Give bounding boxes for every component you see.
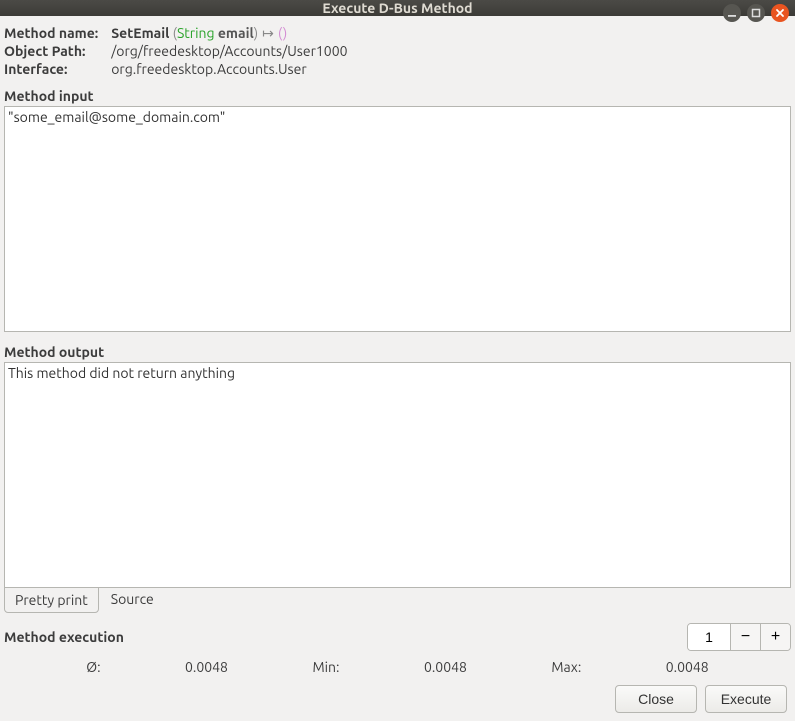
execute-button[interactable]: Execute: [705, 685, 787, 713]
titlebar: Execute D-Bus Method: [0, 0, 795, 16]
method-name-row: Method name: SetEmail (String email)↦(): [4, 24, 791, 42]
object-path-row: Object Path: /org/freedesktop/Accounts/U…: [4, 42, 791, 60]
close-button[interactable]: Close: [615, 685, 697, 713]
execution-stats: Ø: 0.0048 Min: 0.0048 Max: 0.0048: [4, 651, 791, 679]
method-input-textarea[interactable]: [4, 106, 791, 332]
method-output-heading: Method output: [4, 340, 791, 362]
method-input-heading: Method input: [4, 84, 791, 106]
object-path-value: /org/freedesktop/Accounts/User1000: [111, 43, 347, 59]
sig-return: (): [278, 25, 287, 41]
stat-min-value: 0.0048: [424, 659, 467, 675]
maximize-icon[interactable]: [747, 4, 765, 22]
tab-source[interactable]: Source: [99, 587, 164, 613]
interface-value: org.freedesktop.Accounts.User: [111, 61, 306, 77]
content-area: Method name: SetEmail (String email)↦() …: [0, 16, 795, 721]
stat-max-label: Max:: [551, 659, 581, 675]
execution-row: Method execution − +: [4, 623, 791, 651]
method-name-value: SetEmail: [111, 25, 169, 41]
stat-min-label: Min:: [312, 659, 339, 675]
spinner-plus-button[interactable]: +: [760, 624, 790, 650]
execution-count-spinner: − +: [687, 623, 791, 651]
minimize-icon[interactable]: [723, 4, 741, 22]
tab-pretty-print[interactable]: Pretty print: [4, 587, 99, 613]
object-path-label: Object Path:: [4, 42, 108, 60]
window-title: Execute D-Bus Method: [0, 0, 795, 16]
dialog-buttons: Close Execute: [4, 679, 791, 715]
close-icon[interactable]: [771, 4, 789, 22]
sig-arrow-icon: ↦: [258, 25, 278, 41]
sig-open: (: [169, 25, 177, 41]
method-info: Method name: SetEmail (String email)↦() …: [4, 22, 791, 84]
sig-arg: email: [215, 25, 254, 41]
stat-max-value: 0.0048: [666, 659, 709, 675]
sig-type: String: [177, 25, 215, 41]
stat-avg-value: 0.0048: [185, 659, 228, 675]
window-controls: [723, 4, 789, 22]
output-tabs: Pretty print Source: [4, 587, 791, 613]
stat-avg-label: Ø:: [86, 659, 100, 675]
execution-count-input[interactable]: [688, 624, 730, 650]
method-execution-heading: Method execution: [4, 629, 687, 645]
spinner-minus-button[interactable]: −: [730, 624, 760, 650]
method-name-label: Method name:: [4, 24, 108, 42]
method-output-panel: This method did not return anything: [4, 362, 791, 588]
interface-label: Interface:: [4, 60, 108, 78]
interface-row: Interface: org.freedesktop.Accounts.User: [4, 60, 791, 78]
